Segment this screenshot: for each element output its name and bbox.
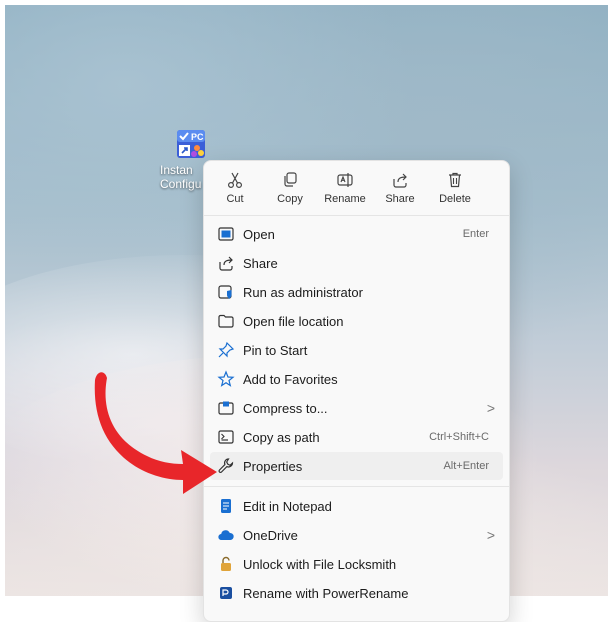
menu-item-share[interactable]: Share bbox=[210, 249, 503, 277]
menu-item-run-as-administrator[interactable]: Run as administrator bbox=[210, 278, 503, 306]
scissors-icon bbox=[210, 171, 260, 189]
menu-item-label: Unlock with File Locksmith bbox=[243, 557, 397, 572]
delete-label: Delete bbox=[439, 193, 471, 205]
copy-label: Copy bbox=[277, 193, 303, 205]
menu-item-label: Copy as path bbox=[243, 430, 320, 445]
share-icon bbox=[375, 171, 425, 189]
cloud-icon bbox=[217, 526, 235, 544]
rename-button[interactable]: Rename bbox=[320, 167, 370, 211]
pin-icon bbox=[217, 341, 235, 359]
powerrename-icon bbox=[217, 584, 235, 602]
menu-item-label: Rename with PowerRename bbox=[243, 586, 409, 601]
admin-shield-icon bbox=[217, 283, 235, 301]
menu-item-copy-as-path[interactable]: Copy as path Ctrl+Shift+C bbox=[210, 423, 503, 451]
cut-button[interactable]: Cut bbox=[210, 167, 260, 211]
rename-icon bbox=[320, 171, 370, 189]
menu-item-onedrive[interactable]: OneDrive > bbox=[210, 521, 503, 549]
app-icon: PC bbox=[175, 128, 207, 160]
copy-icon bbox=[265, 171, 315, 189]
share-label: Share bbox=[385, 193, 415, 205]
menu-item-label: Properties bbox=[243, 459, 303, 474]
red-arrow-annotation bbox=[94, 372, 217, 494]
menu-item-edit-in-notepad[interactable]: Edit in Notepad bbox=[210, 492, 503, 520]
menu-item-compress-to[interactable]: Compress to... > bbox=[210, 394, 503, 422]
menu-divider bbox=[204, 486, 509, 487]
menu-item-label: OneDrive bbox=[243, 528, 298, 543]
menu-item-add-to-favorites[interactable]: Add to Favorites bbox=[210, 365, 503, 393]
menu-item-pin-to-start[interactable]: Pin to Start bbox=[210, 336, 503, 364]
chevron-right-icon: > bbox=[486, 527, 495, 543]
context-menu-toolbar: Cut Copy Rename Share Delete bbox=[204, 161, 509, 213]
menu-item-label: Edit in Notepad bbox=[243, 499, 332, 514]
context-menu: Cut Copy Rename Share Delete Open Enter … bbox=[203, 160, 510, 622]
copy-button[interactable]: Copy bbox=[265, 167, 315, 211]
menu-item-unlock-with-file-locksmith[interactable]: Unlock with File Locksmith bbox=[210, 550, 503, 578]
shortcut-text: Alt+Enter bbox=[443, 460, 489, 472]
chevron-right-icon: > bbox=[486, 400, 495, 416]
folder-icon bbox=[217, 312, 235, 330]
trash-icon bbox=[430, 171, 480, 189]
menu-item-open[interactable]: Open Enter bbox=[210, 220, 503, 248]
menu-item-rename-with-powerrename[interactable]: Rename with PowerRename bbox=[210, 579, 503, 607]
svg-text:PC: PC bbox=[191, 132, 204, 142]
menu-item-label: Compress to... bbox=[243, 401, 328, 416]
menu-item-label: Pin to Start bbox=[243, 343, 308, 358]
menu-item-label: Share bbox=[243, 256, 278, 271]
share-button[interactable]: Share bbox=[375, 167, 425, 211]
menu-item-open-file-location[interactable]: Open file location bbox=[210, 307, 503, 335]
menu-item-label: Open file location bbox=[243, 314, 344, 329]
menu-item-label: Open bbox=[243, 227, 275, 242]
cut-label: Cut bbox=[226, 193, 244, 205]
menu-item-properties[interactable]: Properties Alt+Enter bbox=[210, 452, 503, 480]
delete-button[interactable]: Delete bbox=[430, 167, 480, 211]
rename-label: Rename bbox=[324, 193, 366, 205]
open-window-icon bbox=[217, 225, 235, 243]
menu-item-label: Run as administrator bbox=[243, 285, 363, 300]
menu-item-label: Add to Favorites bbox=[243, 372, 338, 387]
lock-icon bbox=[217, 555, 235, 573]
share-icon bbox=[217, 254, 235, 272]
shortcut-text: Ctrl+Shift+C bbox=[429, 431, 489, 443]
shortcut-text: Enter bbox=[462, 228, 489, 240]
menu-divider bbox=[204, 215, 509, 216]
